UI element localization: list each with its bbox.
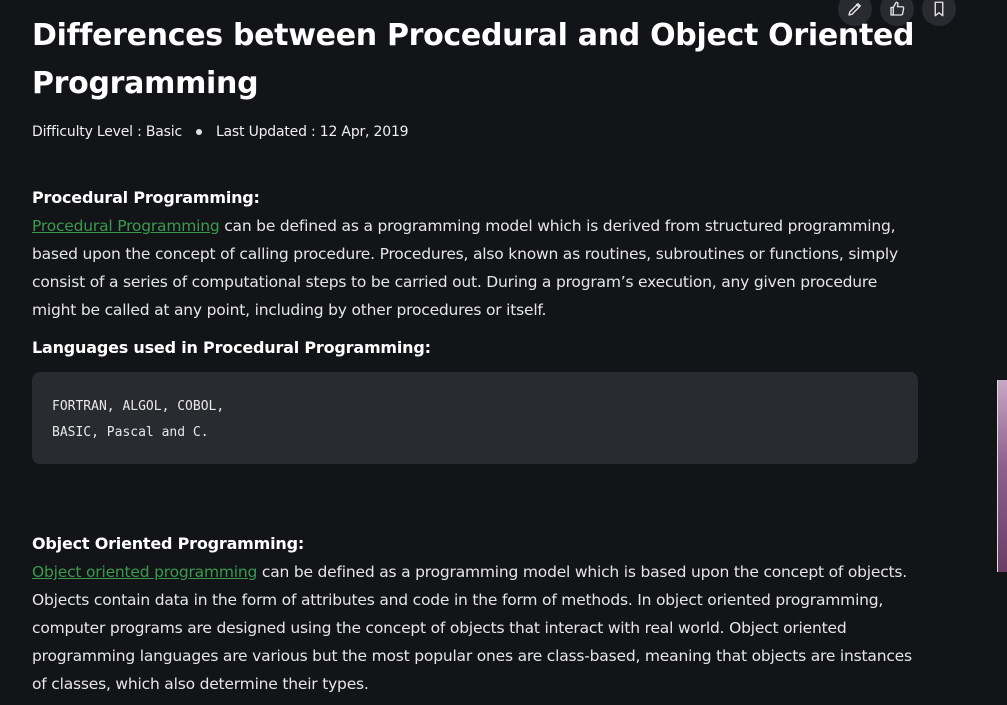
code-line: BASIC, Pascal and C. xyxy=(52,425,209,440)
difficulty-level: Difficulty Level : Basic xyxy=(32,124,182,140)
bookmark-button[interactable] xyxy=(922,0,956,26)
object-oriented-programming-link[interactable]: Object oriented programming xyxy=(32,563,257,581)
languages-heading: Languages used in Procedural Programming… xyxy=(32,338,431,357)
procedural-programming-link[interactable]: Procedural Programming xyxy=(32,217,220,235)
meta-separator-dot xyxy=(195,129,202,135)
last-updated: Last Updated : 12 Apr, 2019 xyxy=(215,124,409,140)
code-block: FORTRAN, ALGOL, COBOL, BASIC, Pascal and … xyxy=(32,372,918,464)
article: Differences between Procedural and Objec… xyxy=(32,12,922,698)
code-line: FORTRAN, ALGOL, COBOL, xyxy=(52,399,225,414)
oop-paragraph-text: can be defined as a programming model wh… xyxy=(32,563,912,693)
side-advertisement-strip xyxy=(997,380,1007,572)
procedural-paragraph: Procedural Programming can be defined as… xyxy=(32,212,922,324)
procedural-heading: Procedural Programming: xyxy=(32,188,260,207)
bookmark-icon xyxy=(934,1,944,17)
article-meta: Difficulty Level : Basic Last Updated : … xyxy=(32,124,922,140)
oop-paragraph: Object oriented programming can be defin… xyxy=(32,558,922,698)
oop-heading: Object Oriented Programming: xyxy=(32,534,305,553)
page-title: Differences between Procedural and Objec… xyxy=(32,18,915,101)
